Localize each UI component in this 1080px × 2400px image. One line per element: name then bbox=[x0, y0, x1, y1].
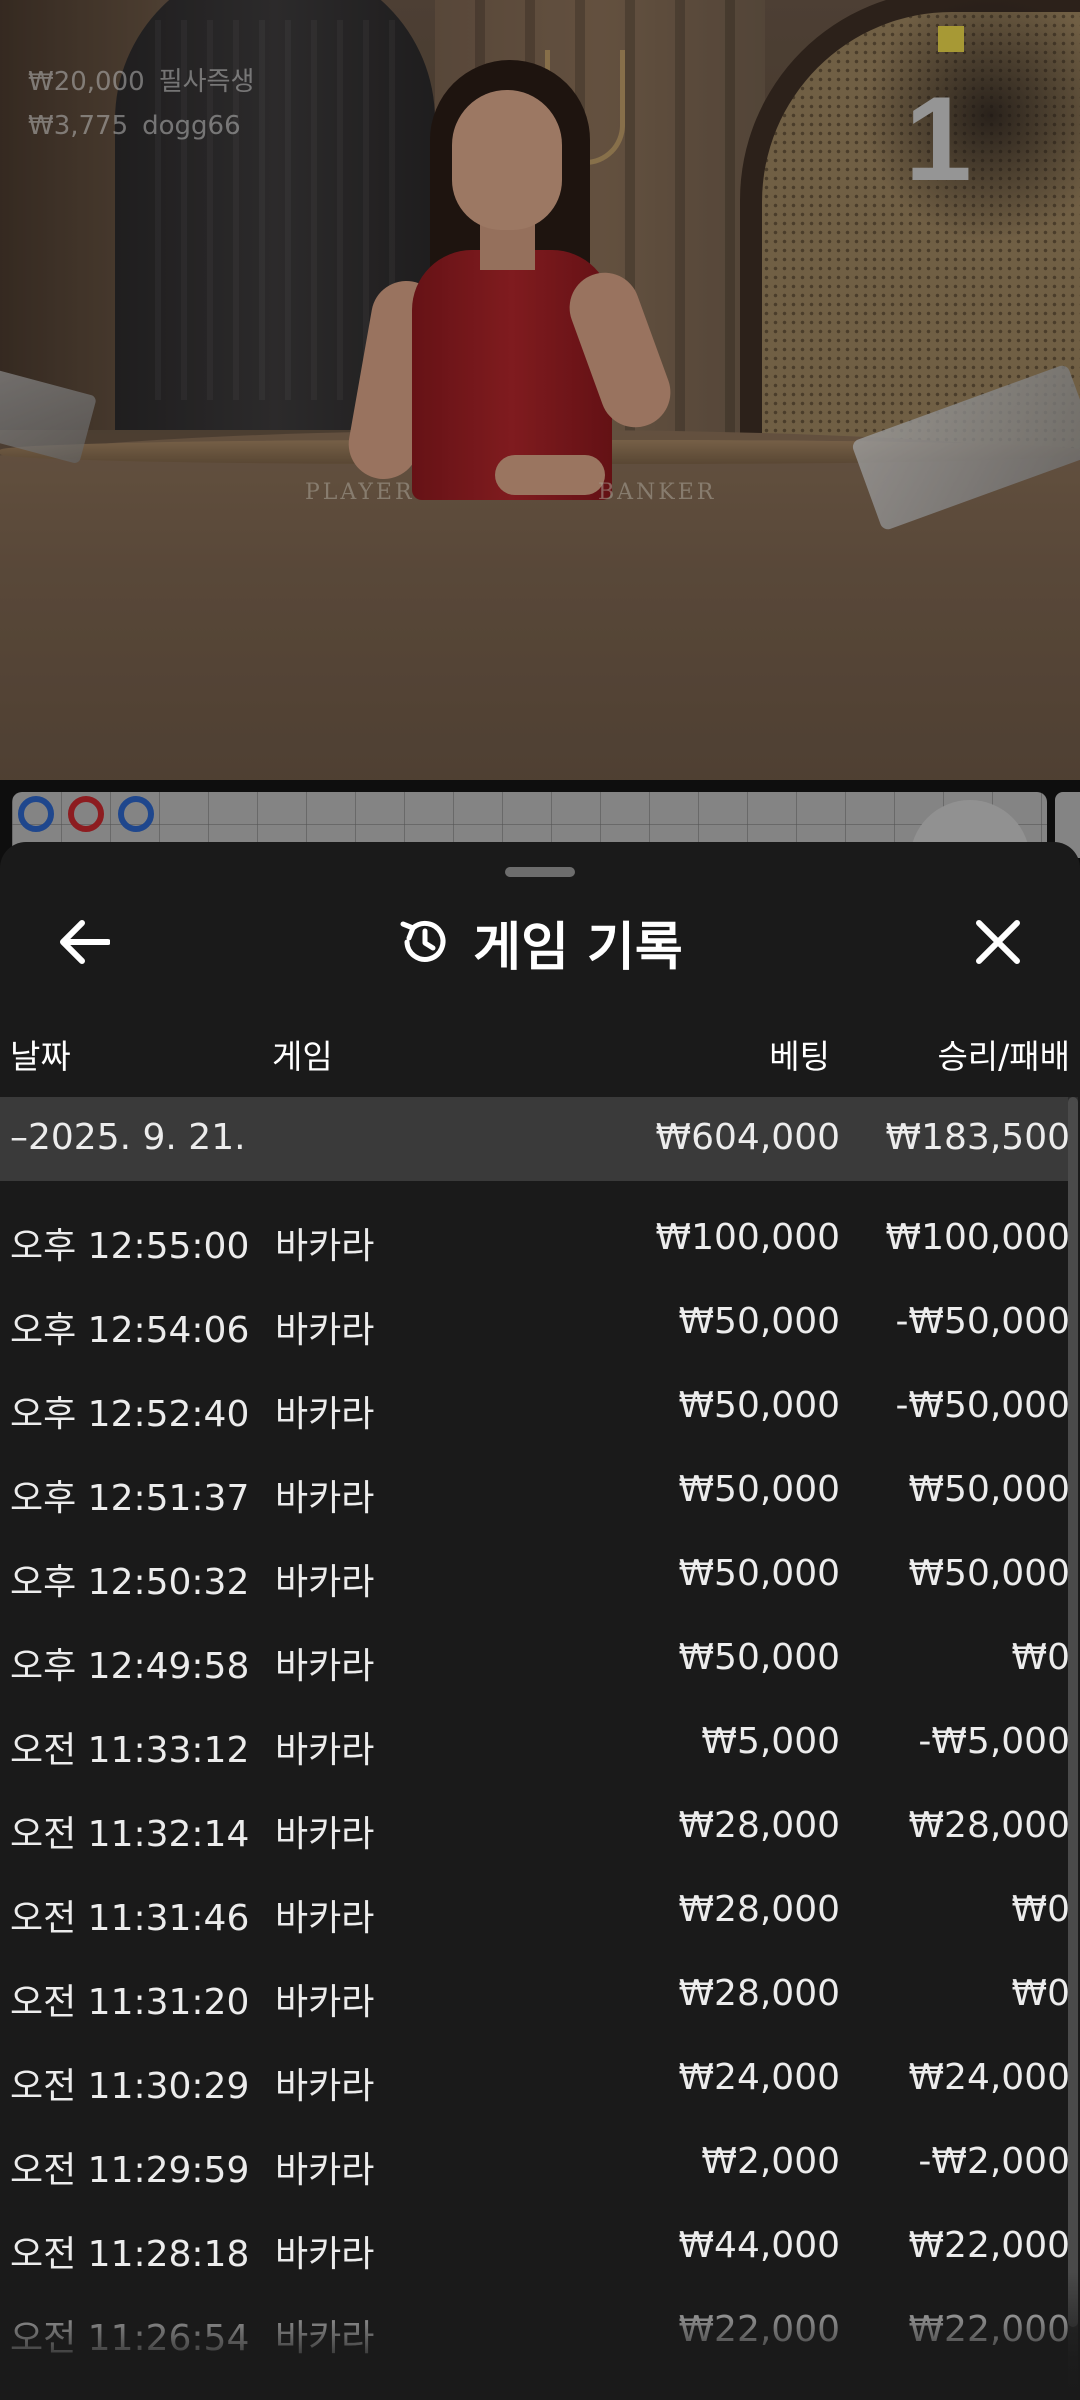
history-row-game: 바카라 bbox=[275, 1394, 375, 1435]
history-row-bet: ₩5,000 bbox=[701, 1721, 840, 1762]
history-row-bet: ₩44,000 bbox=[678, 2225, 840, 2266]
history-row-bet: ₩28,000 bbox=[678, 1889, 840, 1930]
history-row-result: -₩5,000 bbox=[918, 1721, 1070, 1762]
history-row[interactable]: 오후 12:49:58 바카라 ₩50,000 ₩0 bbox=[0, 1627, 1071, 1697]
history-row-game: 바카라 bbox=[275, 1730, 375, 1771]
history-row-game: 바카라 bbox=[275, 1310, 375, 1351]
day-summary-result: ₩183,500 bbox=[885, 1117, 1070, 1158]
day-summary-row[interactable]: –2025. 9. 21. ₩604,000 ₩183,500 bbox=[0, 1097, 1075, 1181]
close-x-icon bbox=[976, 920, 1020, 964]
history-row[interactable]: 오후 12:52:40 바카라 ₩50,000 -₩50,000 bbox=[0, 1375, 1070, 1445]
history-row-bet: ₩28,000 bbox=[678, 1973, 840, 2014]
history-row-bet: ₩100,000 bbox=[655, 1217, 840, 1258]
history-row-bet: ₩50,000 bbox=[678, 1301, 840, 1342]
history-clock-icon bbox=[400, 920, 446, 962]
scrollbar-thumb[interactable] bbox=[1068, 1097, 1078, 2327]
history-row-game: 바카라 bbox=[275, 1478, 375, 1519]
column-header-bet[interactable]: 베팅 bbox=[640, 1030, 830, 1078]
sheet-header: 게임 기록 bbox=[0, 902, 1080, 982]
history-row-time: 오전 11:31:20 bbox=[10, 1982, 250, 2023]
history-row-bet: ₩50,000 bbox=[678, 1553, 840, 1594]
history-row-result: ₩50,000 bbox=[908, 1469, 1070, 1510]
history-row-game: 바카라 bbox=[275, 1982, 375, 2023]
history-row-result: ₩0 bbox=[1011, 1973, 1071, 2014]
history-row-result: ₩0 bbox=[1011, 1889, 1071, 1930]
history-row-game: 바카라 bbox=[275, 1814, 375, 1855]
history-row[interactable]: 오후 12:55:00 바카라 ₩100,000 ₩100,000 bbox=[0, 1207, 1070, 1277]
history-row-time: 오후 12:52:40 bbox=[10, 1394, 250, 1435]
history-row[interactable]: 오전 11:31:20 바카라 ₩28,000 ₩0 bbox=[0, 1963, 1071, 2033]
history-row-time: 오후 12:55:00 bbox=[10, 1226, 250, 1267]
history-row-result: ₩50,000 bbox=[908, 1553, 1070, 1594]
history-row-result: ₩100,000 bbox=[885, 1217, 1070, 1258]
day-summary-date: –2025. 9. 21. bbox=[10, 1117, 246, 1158]
game-history-sheet: 게임 기록 날짜 게임 베팅 승리/패배 –2025. 9. 21. ₩604,… bbox=[0, 842, 1080, 2400]
history-row-result: ₩24,000 bbox=[908, 2057, 1070, 2098]
sheet-title: 게임 기록 bbox=[473, 917, 683, 978]
history-row-time: 오전 11:28:18 bbox=[10, 2234, 250, 2275]
history-row-time: 오전 11:29:59 bbox=[10, 2150, 250, 2191]
history-row-time: 오전 11:32:14 bbox=[10, 1814, 250, 1855]
close-button[interactable] bbox=[966, 910, 1030, 974]
history-row-result: -₩2,000 bbox=[918, 2141, 1070, 2182]
history-row-time: 오후 12:51:37 bbox=[10, 1478, 250, 1519]
history-row-game: 바카라 bbox=[275, 2150, 375, 2191]
history-row-time: 오전 11:33:12 bbox=[10, 1730, 250, 1771]
day-summary-bet: ₩604,000 bbox=[655, 1117, 840, 1158]
history-row[interactable]: 오전 11:31:46 바카라 ₩28,000 ₩0 bbox=[0, 1879, 1071, 1949]
history-row-time: 오후 12:50:32 bbox=[10, 1562, 250, 1603]
history-row-game: 바카라 bbox=[275, 2066, 375, 2107]
history-row-result: ₩0 bbox=[1011, 1637, 1071, 1678]
history-row-time: 오전 11:30:29 bbox=[10, 2066, 250, 2107]
history-row[interactable]: 오전 11:32:14 바카라 ₩28,000 ₩28,000 bbox=[0, 1795, 1070, 1865]
list-fade bbox=[0, 2272, 1080, 2400]
history-row[interactable]: 오후 12:51:37 바카라 ₩50,000 ₩50,000 bbox=[0, 1459, 1070, 1529]
history-row-result: ₩28,000 bbox=[908, 1805, 1070, 1846]
history-row-bet: ₩50,000 bbox=[678, 1469, 840, 1510]
history-row-bet: ₩50,000 bbox=[678, 1637, 840, 1678]
history-row-game: 바카라 bbox=[275, 1646, 375, 1687]
history-row[interactable]: 오전 11:33:12 바카라 ₩5,000 -₩5,000 bbox=[0, 1711, 1070, 1781]
history-row[interactable]: 오후 12:50:32 바카라 ₩50,000 ₩50,000 bbox=[0, 1543, 1070, 1613]
history-row-game: 바카라 bbox=[275, 1226, 375, 1267]
history-row-time: 오전 11:31:46 bbox=[10, 1898, 250, 1939]
history-row-result: ₩22,000 bbox=[908, 2225, 1070, 2266]
history-row[interactable]: 오전 11:30:29 바카라 ₩24,000 ₩24,000 bbox=[0, 2047, 1070, 2117]
column-header-game[interactable]: 게임 bbox=[272, 1030, 333, 1078]
history-row-game: 바카라 bbox=[275, 1898, 375, 1939]
history-row-bet: ₩50,000 bbox=[678, 1385, 840, 1426]
history-row-game: 바카라 bbox=[275, 2234, 375, 2275]
history-row-game: 바카라 bbox=[275, 1562, 375, 1603]
history-row-bet: ₩28,000 bbox=[678, 1805, 840, 1846]
column-header-result[interactable]: 승리/패배 bbox=[860, 1030, 1070, 1078]
history-row-time: 오후 12:49:58 bbox=[10, 1646, 250, 1687]
drag-handle[interactable] bbox=[505, 867, 575, 877]
history-row[interactable]: 오후 12:54:06 바카라 ₩50,000 -₩50,000 bbox=[0, 1291, 1070, 1361]
history-row[interactable]: 오전 11:29:59 바카라 ₩2,000 -₩2,000 bbox=[0, 2131, 1070, 2201]
history-row-time: 오후 12:54:06 bbox=[10, 1310, 250, 1351]
history-row-result: -₩50,000 bbox=[895, 1301, 1070, 1342]
column-header-date[interactable]: 날짜 bbox=[10, 1030, 71, 1078]
history-row-bet: ₩24,000 bbox=[678, 2057, 840, 2098]
history-row-result: -₩50,000 bbox=[895, 1385, 1070, 1426]
history-row-bet: ₩2,000 bbox=[701, 2141, 840, 2182]
